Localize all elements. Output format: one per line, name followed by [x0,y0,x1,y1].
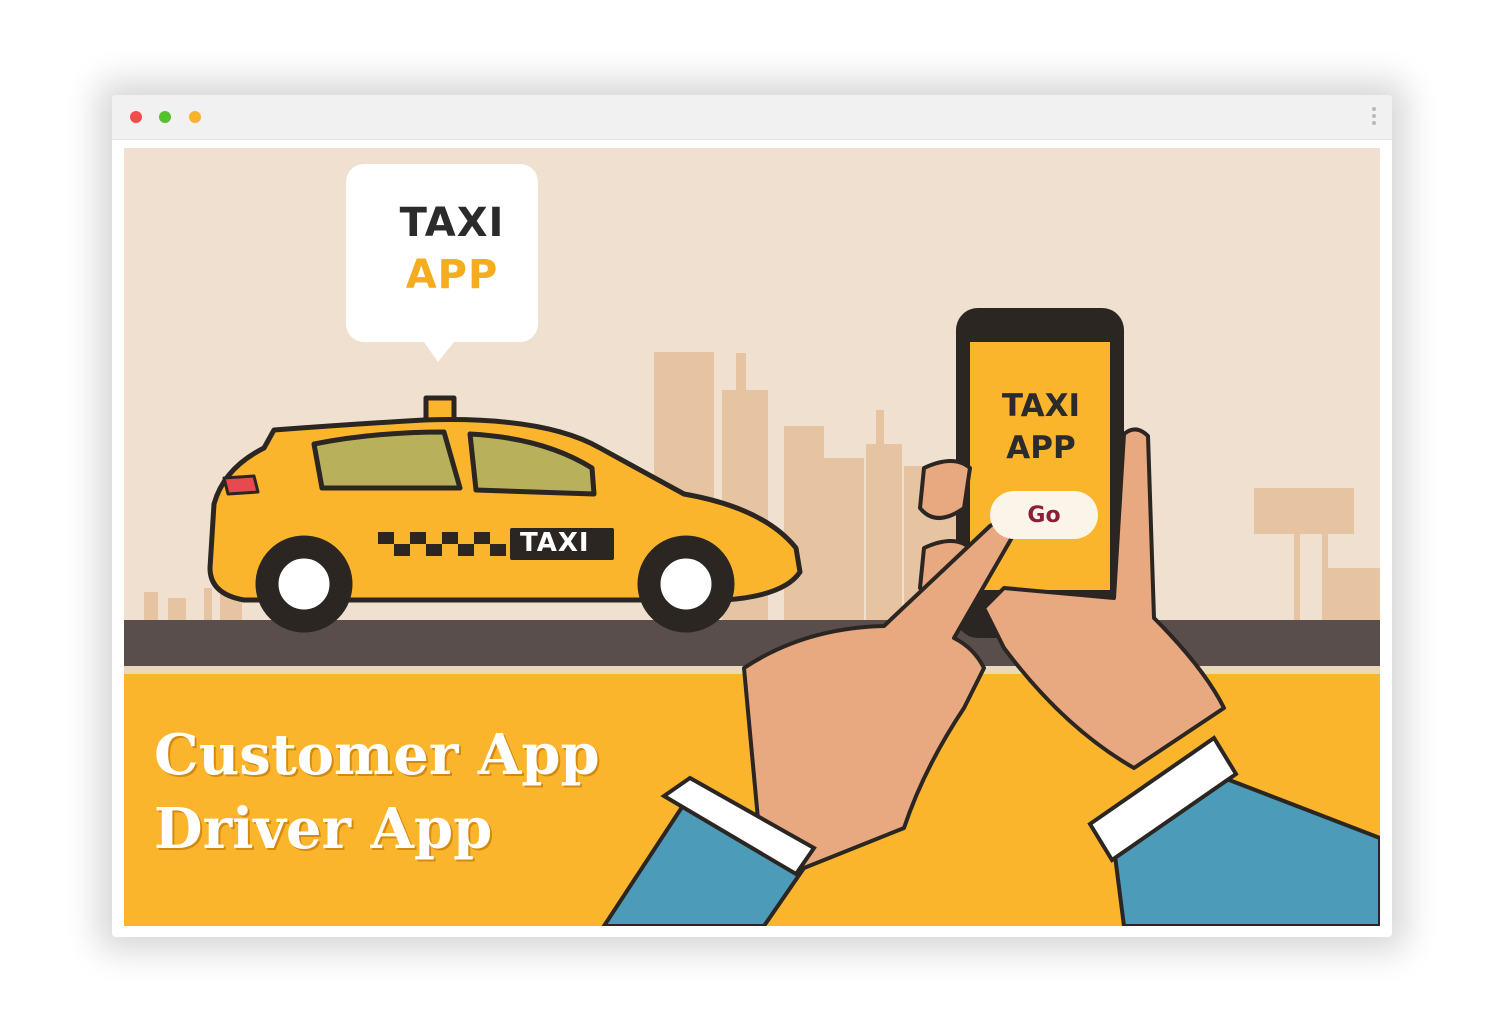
minimize-window-button[interactable] [159,111,171,123]
bubble-title-line1: TAXI [399,200,505,246]
phone-title-line2: APP [1006,430,1076,466]
browser-window: TAXI APP TAXI TAXI APP Go Customer App D… [112,95,1392,937]
vertical-ellipsis-icon[interactable] [1370,104,1378,130]
bubble-title-line2: APP [405,252,499,298]
maximize-window-button[interactable] [189,111,201,123]
go-button[interactable]: Go [990,491,1098,539]
hero-image: TAXI APP TAXI TAXI APP Go Customer App D… [124,148,1380,926]
phone-title-line1: TAXI [1001,388,1081,424]
close-window-button[interactable] [130,111,142,123]
caption-driver-app: Driver App [154,796,493,862]
caption-customer-app: Customer App [154,722,600,788]
title-bar [112,95,1392,140]
car-taxi-label: TAXI [520,528,590,558]
